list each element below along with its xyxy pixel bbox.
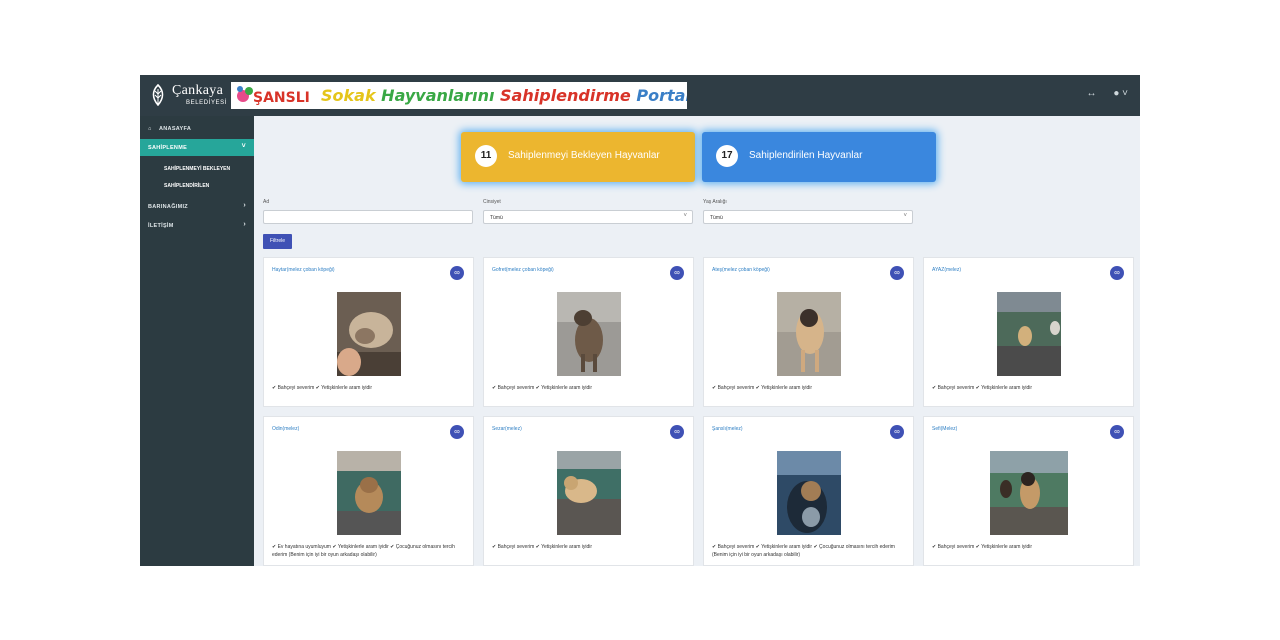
- animal-name-link[interactable]: Ateş(melez çoban köpeği): [712, 267, 770, 273]
- sidebar-item-shelter[interactable]: BARINAĞIMIZ ›: [140, 198, 254, 215]
- leaf-icon: [152, 84, 164, 106]
- stat-adopted[interactable]: 17 Sahiplendirilen Hayvanlar: [702, 132, 936, 182]
- logo-name: Çankaya: [172, 83, 224, 98]
- sidebar-item-label: SAHİPLENME: [148, 145, 188, 151]
- sidebar-item-label: BARINAĞIMIZ: [148, 204, 188, 210]
- filter-button[interactable]: Filtrele: [263, 234, 292, 249]
- animal-card[interactable]: AYAZ(melez) ∞ ✔ Bahçeyi severim ✔ Yetişk…: [923, 257, 1134, 407]
- animal-name-link[interactable]: Gofret(melez çoban köpeği): [492, 267, 554, 273]
- arrows-icon[interactable]: ↔: [1087, 88, 1097, 99]
- animal-name-link[interactable]: AYAZ(melez): [932, 267, 961, 273]
- chevron-down-icon: ˅: [241, 143, 246, 150]
- animal-traits: ✔ Bahçeyi severim ✔ Yetişkinlerle aram i…: [712, 544, 895, 558]
- age-select-value: Tümü: [710, 215, 723, 221]
- stat-waiting[interactable]: 11 Sahiplenmeyi Bekleyen Hayvanlar: [461, 132, 695, 182]
- sansli-logo: ŞANSLI: [237, 86, 309, 106]
- banner-word-1: Sokak: [321, 86, 376, 105]
- top-bar: Çankaya BELEDİYESİ ŞANSLI Sokak Hayvanla…: [140, 75, 1140, 116]
- animal-card[interactable]: Sezar(melez) ∞ ✔ Bahçeyi severim ✔ Yetiş…: [483, 416, 694, 566]
- logo-subtitle: BELEDİYESİ: [186, 100, 228, 106]
- animal-traits: ✔ Bahçeyi severim ✔ Yetişkinlerle aram i…: [492, 544, 593, 550]
- svg-text:ŞANSLI: ŞANSLI: [253, 90, 309, 106]
- sidebar-item-label: SAHİPLENDİRİLEN: [164, 183, 210, 189]
- animal-photo: [997, 292, 1061, 376]
- gender-select[interactable]: Tümü ˅: [483, 210, 693, 224]
- chevron-down-icon: ˅: [683, 213, 687, 219]
- banner-title: Sokak Hayvanlarını Sahiplendirme Portalı: [321, 86, 687, 105]
- animal-name-link[interactable]: Şanslı(melez): [712, 426, 743, 432]
- animal-card[interactable]: Sefi(Melez) ∞ ✔ Bahçeyi severim ✔ Yetişk…: [923, 416, 1134, 566]
- link-icon[interactable]: ∞: [890, 425, 904, 439]
- stat-label: Sahiplenmeyi Bekleyen Hayvanlar: [508, 150, 660, 161]
- animal-name-link[interactable]: Sefi(Melez): [932, 426, 957, 432]
- municipality-logo[interactable]: Çankaya BELEDİYESİ: [148, 81, 228, 111]
- sidebar-item-adoption[interactable]: SAHİPLENME ˅: [140, 139, 254, 156]
- animal-photo: [337, 292, 401, 376]
- animal-traits: ✔ Bahçeyi severim ✔ Yetişkinlerle aram i…: [272, 385, 373, 391]
- sidebar-item-label: İLETİŞİM: [148, 223, 174, 229]
- animal-traits: ✔ Bahçeyi severim ✔ Yetişkinlerle aram i…: [932, 385, 1033, 391]
- animal-name-link[interactable]: Odin(melez): [272, 426, 299, 432]
- link-icon[interactable]: ∞: [450, 425, 464, 439]
- animal-card[interactable]: Şanslı(melez) ∞ ✔ Bahçeyi severim ✔ Yeti…: [703, 416, 914, 566]
- sidebar-item-contact[interactable]: İLETİŞİM ›: [140, 217, 254, 234]
- animal-card[interactable]: Ateş(melez çoban köpeği) ∞ ✔ Bahçeyi sev…: [703, 257, 914, 407]
- animal-traits: ✔ Bahçeyi severim ✔ Yetişkinlerle aram i…: [712, 385, 813, 391]
- animal-card[interactable]: Odin(melez) ∞ ✔ Ev hayatına uyumluyum ✔ …: [263, 416, 474, 566]
- gender-select-value: Tümü: [490, 215, 503, 221]
- animal-photo: [557, 451, 621, 535]
- name-label: Ad: [263, 199, 270, 205]
- sidebar: ⌂ ANASAYFA SAHİPLENME ˅ SAHİPLENMEYİ BEK…: [140, 116, 254, 566]
- link-icon[interactable]: ∞: [1110, 425, 1124, 439]
- chevron-right-icon: ›: [243, 221, 246, 228]
- stat-label: Sahiplendirilen Hayvanlar: [749, 150, 863, 161]
- banner-word-4: Portalı: [636, 86, 687, 105]
- banner-word-2: Hayvanlarını: [381, 86, 495, 105]
- chevron-down-icon: ˅: [903, 213, 907, 219]
- sidebar-subitem-adopted[interactable]: SAHİPLENDİRİLEN: [140, 178, 254, 194]
- banner-word-3: Sahiplendirme: [500, 86, 631, 105]
- animal-card[interactable]: Haytar(melez çoban köpeği) ∞ ✔ Bahçeyi s…: [263, 257, 474, 407]
- link-icon[interactable]: ∞: [890, 266, 904, 280]
- link-icon[interactable]: ∞: [670, 425, 684, 439]
- animal-traits: ✔ Bahçeyi severim ✔ Yetişkinlerle aram i…: [932, 544, 1033, 550]
- sidebar-subitem-waiting[interactable]: SAHİPLENMEYİ BEKLEYEN: [140, 161, 254, 177]
- animal-photo: [337, 451, 401, 535]
- link-icon[interactable]: ∞: [670, 266, 684, 280]
- link-icon[interactable]: ∞: [1110, 266, 1124, 280]
- user-icon[interactable]: ● ˅: [1113, 88, 1128, 99]
- animal-traits: ✔ Ev hayatına uyumluyum ✔ Yetişkinlerle …: [272, 544, 455, 558]
- animal-photo: [557, 292, 621, 376]
- animal-name-link[interactable]: Haytar(melez çoban köpeği): [272, 267, 335, 273]
- name-input[interactable]: [263, 210, 473, 224]
- age-select[interactable]: Tümü ˅: [703, 210, 913, 224]
- app-window: Çankaya BELEDİYESİ ŞANSLI Sokak Hayvanla…: [140, 75, 1140, 566]
- portal-banner: ŞANSLI Sokak Hayvanlarını Sahiplendirme …: [231, 82, 687, 109]
- animal-photo: [777, 292, 841, 376]
- gender-label: Cinsiyet: [483, 199, 501, 205]
- sidebar-item-label: ANASAYFA: [159, 126, 192, 132]
- home-icon: ⌂: [148, 126, 152, 132]
- stat-count: 11: [475, 145, 497, 167]
- age-label: Yaş Aralığı: [703, 199, 727, 205]
- top-icons: ↔ ● ˅: [1073, 88, 1128, 99]
- link-icon[interactable]: ∞: [450, 266, 464, 280]
- animal-card[interactable]: Gofret(melez çoban köpeği) ∞ ✔ Bahçeyi s…: [483, 257, 694, 407]
- animal-traits: ✔ Bahçeyi severim ✔ Yetişkinlerle aram i…: [492, 385, 593, 391]
- sidebar-item-label: SAHİPLENMEYİ BEKLEYEN: [164, 166, 231, 172]
- animal-name-link[interactable]: Sezar(melez): [492, 426, 522, 432]
- chevron-right-icon: ›: [243, 202, 246, 209]
- main-content: 11 Sahiplenmeyi Bekleyen Hayvanlar 17 Sa…: [254, 116, 1140, 566]
- sidebar-item-home[interactable]: ⌂ ANASAYFA: [140, 120, 254, 137]
- stat-count: 17: [716, 145, 738, 167]
- animal-photo: [990, 451, 1068, 535]
- animal-photo: [777, 451, 841, 535]
